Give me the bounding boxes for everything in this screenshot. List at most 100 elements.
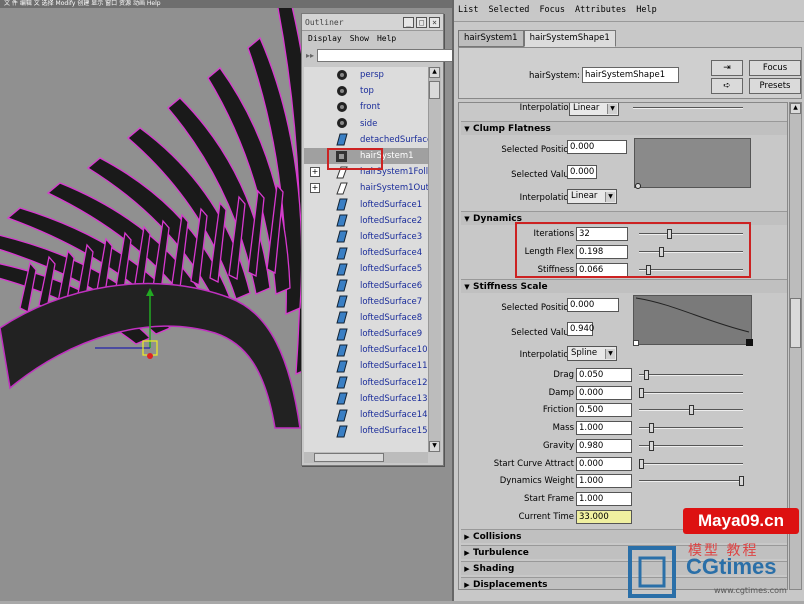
section-stiffness-scale[interactable]: ▼ Stiffness Scale xyxy=(461,279,787,293)
outliner-item[interactable]: loftedSurface7 xyxy=(304,294,428,310)
watermark-logo: CGtimes 模型 教程 www.cgtimes.com xyxy=(628,540,804,601)
stiff-interp-dropdown[interactable]: Spline ▼ xyxy=(567,346,617,361)
slider-knob[interactable] xyxy=(649,423,654,434)
param-slider[interactable] xyxy=(639,247,743,257)
outliner-hscroll[interactable] xyxy=(304,452,428,463)
param-slider[interactable] xyxy=(639,458,743,469)
ae-menu-list[interactable]: List xyxy=(458,5,478,16)
ramp-key-end[interactable] xyxy=(746,339,753,346)
clump-pos-field[interactable]: 0.000 xyxy=(567,140,627,154)
outliner-item[interactable]: loftedSurface2 xyxy=(304,213,428,229)
outliner-item[interactable]: loftedSurface5 xyxy=(304,261,428,277)
outliner-item[interactable]: loftedSurface6 xyxy=(304,277,428,293)
outliner-item[interactable]: loftedSurface14 xyxy=(304,407,428,423)
stiff-val-field[interactable]: 0.940 xyxy=(567,322,594,336)
expand-icon[interactable]: + xyxy=(310,167,320,178)
outliner-item[interactable]: loftedSurface10 xyxy=(304,342,428,358)
minimize-icon[interactable]: _ xyxy=(403,16,414,28)
param-slider[interactable] xyxy=(639,229,743,239)
param-field[interactable]: 0.198 xyxy=(576,245,628,259)
param-slider[interactable] xyxy=(639,476,744,487)
input-connection-icon[interactable]: ⇥ xyxy=(711,60,743,76)
surface-icon xyxy=(334,247,350,260)
clump-interp-dropdown[interactable]: Linear ▼ xyxy=(567,189,617,204)
ramp-key-start[interactable] xyxy=(633,340,639,346)
param-field[interactable]: 1.000 xyxy=(576,421,632,436)
param-field[interactable]: 32 xyxy=(576,227,628,241)
maximize-icon[interactable]: □ xyxy=(416,16,427,28)
outliner-item[interactable]: + hairSystem1Outpu xyxy=(304,180,428,196)
param-field[interactable]: 0.000 xyxy=(576,385,632,400)
surface-icon xyxy=(334,198,350,211)
section-clump-flatness[interactable]: ▼ Clump Flatness xyxy=(461,121,787,135)
outliner-list[interactable]: persp top front side detachedSurface1 hairSys… xyxy=(304,67,428,452)
outliner-menu-show[interactable]: Show xyxy=(350,34,369,44)
param-field[interactable]: 0.050 xyxy=(576,368,632,382)
param-slider[interactable] xyxy=(639,370,743,380)
interp-top-slider[interactable] xyxy=(633,107,743,109)
node-name-field[interactable] xyxy=(582,67,679,83)
expand-icon[interactable]: + xyxy=(310,183,320,194)
param-field[interactable]: 1.000 xyxy=(576,491,632,506)
ae-menu-help[interactable]: Help xyxy=(636,5,656,16)
stiffness-ramp[interactable] xyxy=(633,295,753,346)
slider-knob[interactable] xyxy=(639,458,644,469)
outliner-item[interactable]: loftedSurface4 xyxy=(304,245,428,261)
output-connection-icon[interactable]: ➪ xyxy=(711,78,743,94)
slider-knob[interactable] xyxy=(659,247,664,257)
param-slider[interactable] xyxy=(639,440,743,451)
outliner-menu-help[interactable]: Help xyxy=(377,34,396,44)
param-field[interactable]: 0.066 xyxy=(576,263,628,277)
tab-hairsystemshape1[interactable]: hairSystemShape1 xyxy=(523,30,616,47)
outliner-item[interactable]: loftedSurface13 xyxy=(304,391,428,407)
slider-knob[interactable] xyxy=(644,370,649,380)
outliner-item[interactable]: front xyxy=(304,99,428,115)
param-field[interactable]: 0.500 xyxy=(576,403,632,418)
param-field[interactable]: 1.000 xyxy=(576,474,632,489)
tab-hairsystem1[interactable]: hairSystem1 xyxy=(458,30,524,47)
outliner-item[interactable]: loftedSurface3 xyxy=(304,229,428,245)
stiff-pos-field[interactable]: 0.000 xyxy=(567,298,619,312)
slider-knob[interactable] xyxy=(646,265,651,275)
clump-ramp[interactable] xyxy=(634,138,751,189)
top-menu-strip: 文 件 编辑 文 选择 Modify 创建 显示 窗口 资源 动画 Help xyxy=(0,0,452,8)
param-slider[interactable] xyxy=(639,405,743,416)
ae-menu-attributes[interactable]: Attributes xyxy=(575,5,626,16)
param-field[interactable]: 33.000 xyxy=(576,509,632,524)
interp-top-dropdown[interactable]: Linear ▼ xyxy=(569,103,619,116)
outliner-item[interactable]: hairSystem1 xyxy=(304,147,428,165)
filter-arrows-icon[interactable]: ▸▸ xyxy=(306,51,314,60)
outliner-item[interactable]: + hairSystem1Follicle xyxy=(304,164,428,180)
ae-menu-selected[interactable]: Selected xyxy=(488,5,529,16)
section-dynamics[interactable]: ▼ Dynamics xyxy=(461,211,787,225)
slider-knob[interactable] xyxy=(667,229,672,239)
param-slider[interactable] xyxy=(639,423,743,434)
slider-knob[interactable] xyxy=(639,387,644,398)
camera-icon xyxy=(334,101,350,114)
outliner-item[interactable]: loftedSurface15 xyxy=(304,423,428,439)
param-slider[interactable] xyxy=(639,387,743,398)
presets-button[interactable]: Presets xyxy=(749,78,801,94)
outliner-vscroll[interactable]: ▲ ▼ xyxy=(428,67,441,452)
slider-knob[interactable] xyxy=(739,476,744,487)
outliner-item[interactable]: loftedSurface11 xyxy=(304,358,428,374)
outliner-item[interactable]: loftedSurface12 xyxy=(304,375,428,391)
outliner-menu-display[interactable]: Display xyxy=(308,34,342,44)
outliner-item[interactable]: top xyxy=(304,83,428,99)
ae-menu-focus[interactable]: Focus xyxy=(539,5,565,16)
outliner-item[interactable]: loftedSurface8 xyxy=(304,310,428,326)
param-field[interactable]: 0.980 xyxy=(576,438,632,453)
outliner-item[interactable]: detachedSurface1 xyxy=(304,132,428,148)
slider-knob[interactable] xyxy=(649,440,654,451)
outliner-item[interactable]: loftedSurface9 xyxy=(304,326,428,342)
outliner-item[interactable]: side xyxy=(304,116,428,132)
param-field[interactable]: 0.000 xyxy=(576,456,632,471)
expand-triangle-icon: ▶ xyxy=(464,548,470,557)
slider-knob[interactable] xyxy=(689,405,694,416)
outliner-item[interactable]: persp xyxy=(304,67,428,83)
focus-button[interactable]: Focus xyxy=(749,60,801,76)
outliner-item[interactable]: loftedSurface1 xyxy=(304,197,428,213)
clump-val-field[interactable]: 0.000 xyxy=(567,165,597,179)
param-slider[interactable] xyxy=(639,265,743,275)
close-icon[interactable]: × xyxy=(429,16,440,28)
